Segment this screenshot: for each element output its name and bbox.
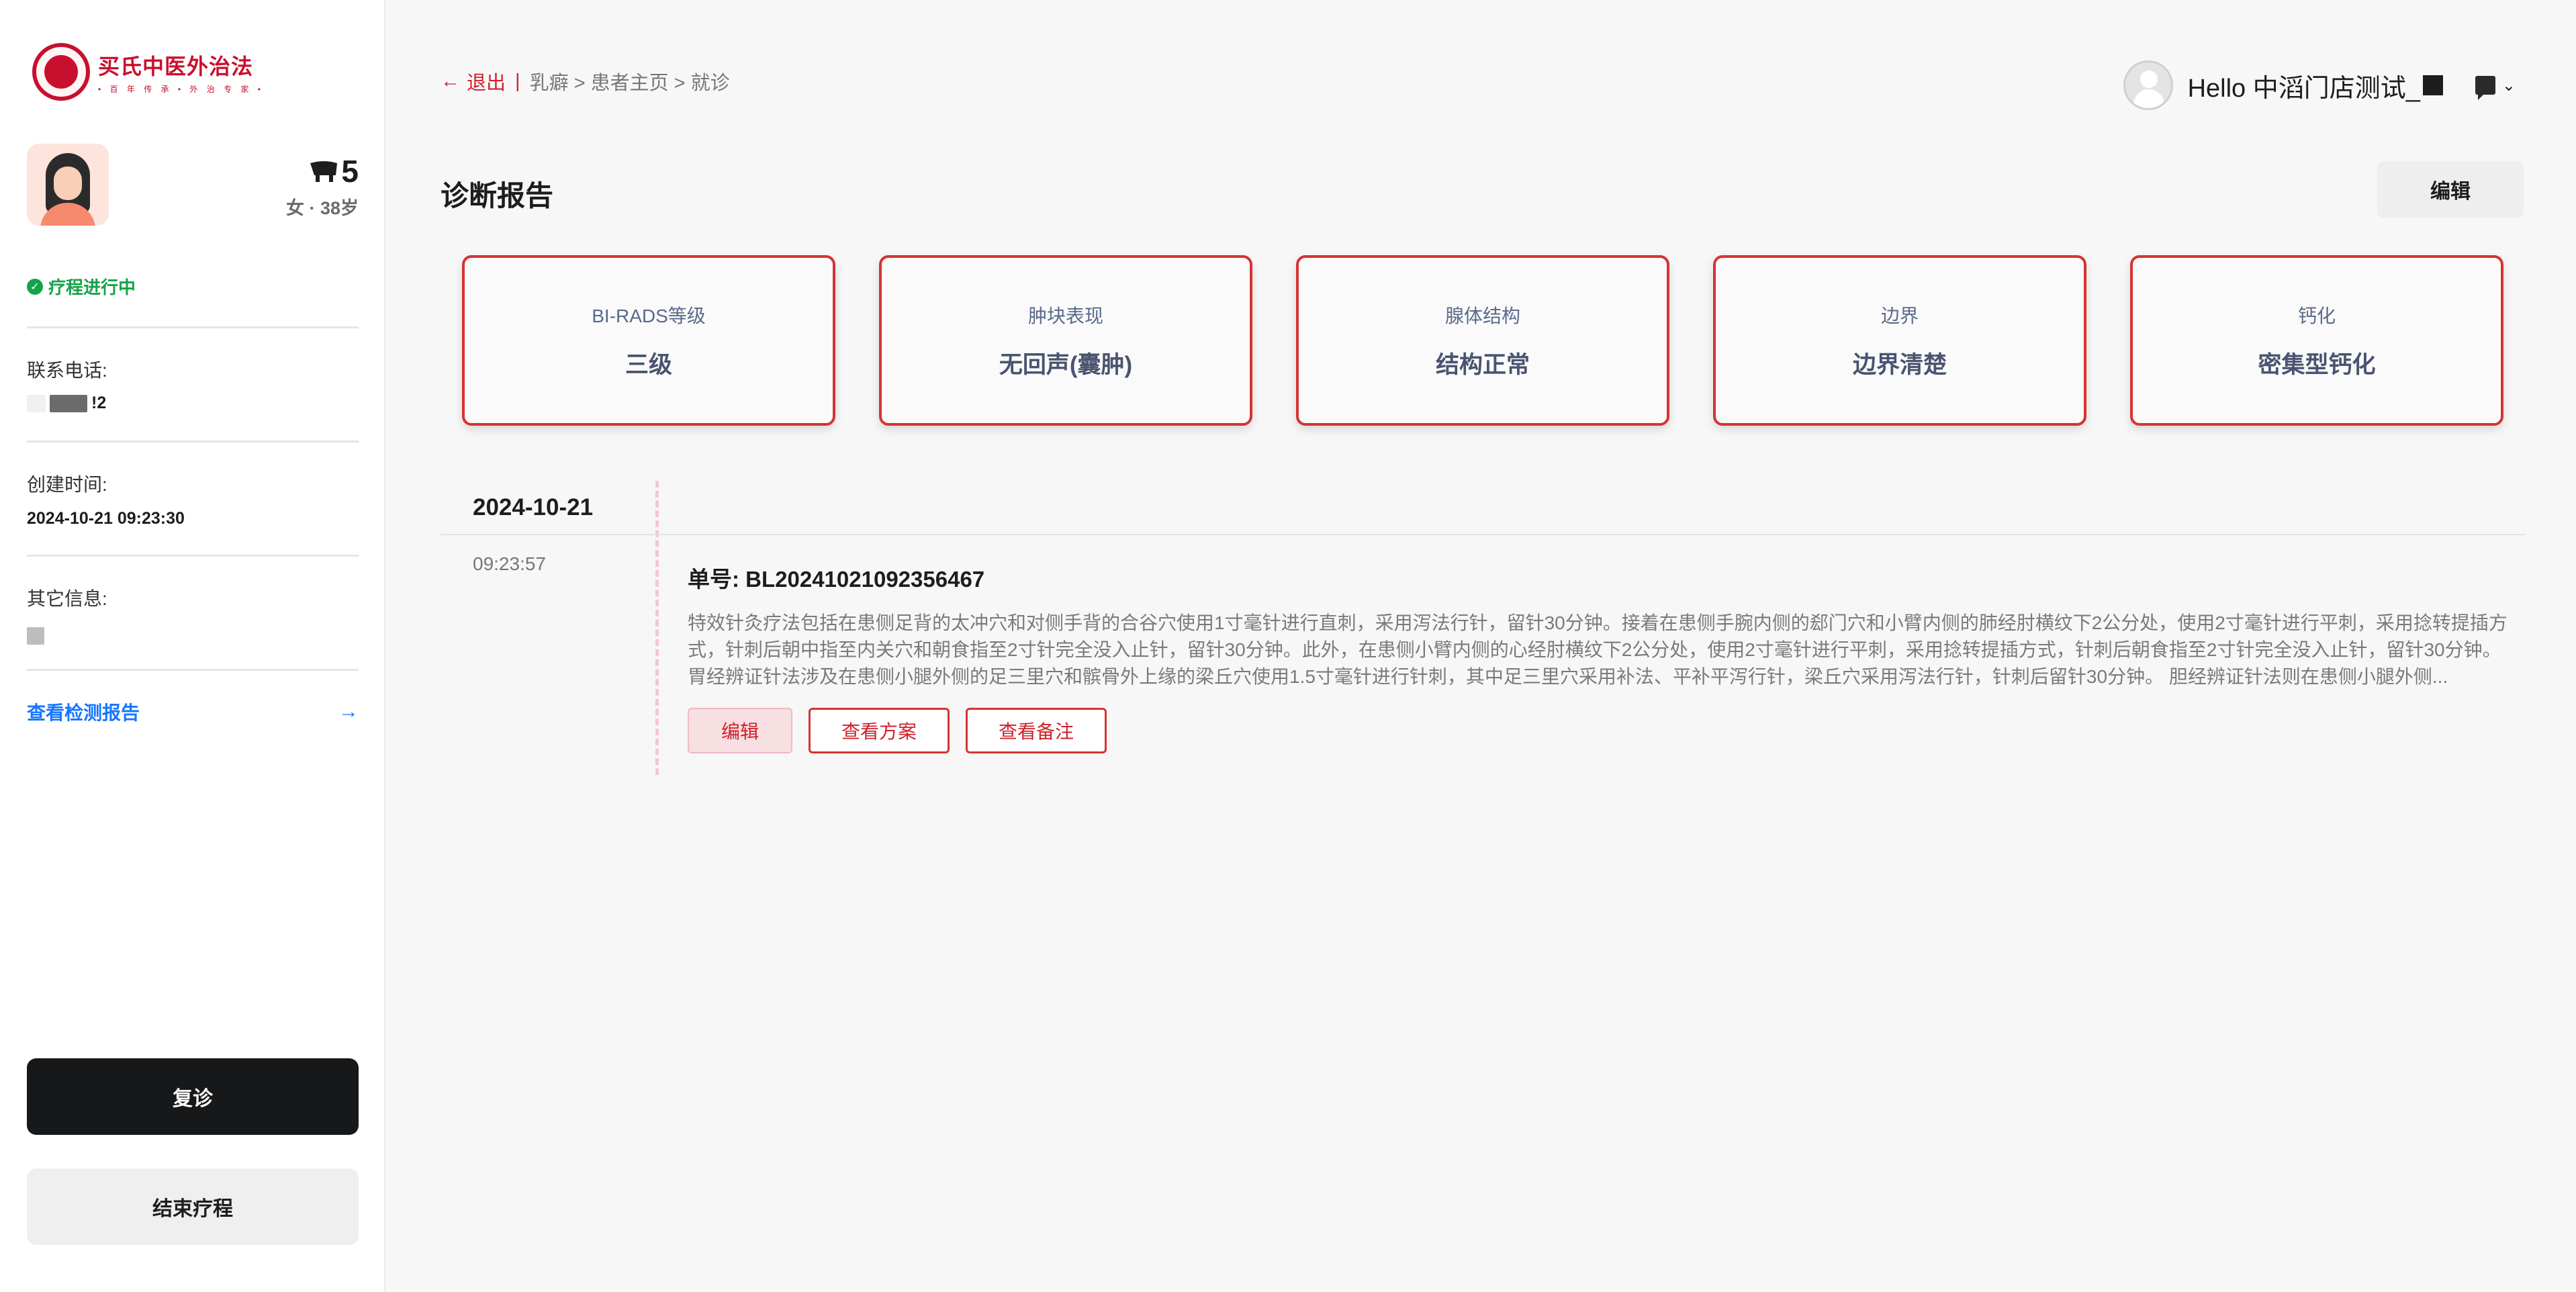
brand-seal-icon bbox=[32, 43, 90, 101]
card-value: 结构正常 bbox=[1435, 351, 1530, 378]
created-value: 2024-10-21 09:23:30 bbox=[27, 509, 185, 528]
view-note-button[interactable]: 查看备注 bbox=[966, 708, 1107, 753]
diagnosis-cards: BI-RADS等级 三级 肿块表现 无回声(囊肿) 腺体结构 结构正常 边界 边… bbox=[462, 255, 2503, 426]
diagnosis-card-mass: 肿块表现 无回声(囊肿) bbox=[879, 255, 1252, 426]
patient-name: 5 bbox=[286, 153, 359, 189]
divider bbox=[27, 441, 359, 443]
divider bbox=[27, 555, 359, 557]
record-number: 单号: BL20241021092356467 bbox=[688, 567, 985, 592]
arrow-right-icon: → bbox=[338, 700, 359, 723]
brand-name: 买氏中医外治法 bbox=[98, 53, 254, 79]
mask-block bbox=[27, 627, 44, 645]
phone-label: 联系电话: bbox=[27, 360, 107, 381]
brand-logo: 买氏中医外治法 • 百 年 传 承 • 外 治 专 家 • bbox=[32, 43, 264, 101]
breadcrumb-path: 乳癖 > 患者主页 > 就诊 bbox=[529, 73, 730, 94]
card-value: 密集型钙化 bbox=[2258, 351, 2376, 378]
check-circle-icon: ✓ bbox=[27, 278, 43, 295]
edit-record-button[interactable]: 编辑 bbox=[688, 708, 792, 753]
card-value: 边界清楚 bbox=[1852, 351, 1947, 378]
divider bbox=[27, 326, 359, 328]
arrow-left-icon: ← bbox=[441, 70, 460, 92]
diagnosis-card-birads: BI-RADS等级 三级 bbox=[462, 255, 835, 426]
chevron-down-icon: ⌄ bbox=[2501, 76, 2516, 95]
app: 买氏中医外治法 • 百 年 传 承 • 外 治 专 家 • 5 女 · 38岁 … bbox=[0, 0, 2576, 1292]
record-time: 09:23:57 bbox=[473, 553, 546, 574]
user-account: Hello 中滔门店测试_ ⌄ bbox=[2123, 60, 2516, 110]
user-greeting-text: Hello 中滔门店测试_ bbox=[2187, 74, 2420, 103]
chat-icon bbox=[2475, 76, 2495, 100]
report-title: 诊断报告 bbox=[441, 180, 554, 212]
name-mask-icon bbox=[310, 161, 338, 182]
timeline-divider bbox=[441, 534, 2525, 535]
patient-meta: 女 · 38岁 bbox=[285, 198, 359, 218]
card-value: 三级 bbox=[625, 351, 672, 378]
edit-report-button[interactable]: 编辑 bbox=[2377, 161, 2524, 218]
phone-value: !2 bbox=[27, 394, 106, 413]
patient-avatar bbox=[27, 144, 109, 226]
card-label: 钙化 bbox=[2297, 305, 2336, 326]
diagnosis-card-calcification: 钙化 密集型钙化 bbox=[2130, 255, 2503, 426]
card-label: BI-RADS等级 bbox=[592, 305, 706, 326]
diagnosis-card-gland: 腺体结构 结构正常 bbox=[1296, 255, 1669, 426]
treatment-status-badge: ✓ 疗程进行中 bbox=[27, 274, 136, 299]
view-plan-button[interactable]: 查看方案 bbox=[809, 708, 950, 753]
mask-block bbox=[50, 394, 87, 412]
record-description: 特效针灸疗法包括在患侧足背的太冲穴和对侧手背的合谷穴使用1寸毫针进行直刺，采用泻… bbox=[688, 612, 2508, 687]
patient-number: 5 bbox=[341, 154, 359, 189]
created-label: 创建时间: bbox=[27, 474, 107, 495]
end-treatment-button[interactable]: 结束疗程 bbox=[27, 1168, 359, 1245]
sidebar: 买氏中医外治法 • 百 年 传 承 • 外 治 专 家 • 5 女 · 38岁 … bbox=[0, 0, 385, 1292]
brand-tagline: • 百 年 传 承 • 外 治 专 家 • bbox=[98, 84, 264, 94]
mask-block bbox=[2422, 75, 2443, 95]
diagnosis-card-boundary: 边界 边界清楚 bbox=[1713, 255, 2086, 426]
card-label: 腺体结构 bbox=[1444, 305, 1520, 326]
card-label: 边界 bbox=[1880, 305, 1919, 326]
mask-block bbox=[27, 394, 46, 412]
main-content: ← 退出 | 乳癖 > 患者主页 > 就诊 Hello 中滔门店测试_ ⌄ 诊断… bbox=[385, 0, 2576, 1292]
user-menu-toggle[interactable]: ⌄ bbox=[2475, 76, 2516, 100]
timeline-date: 2024-10-21 bbox=[473, 494, 594, 520]
user-greeting: Hello 中滔门店测试_ bbox=[2188, 67, 2443, 104]
breadcrumb: ← 退出 | 乳癖 > 患者主页 > 就诊 bbox=[441, 67, 730, 95]
exit-link[interactable]: ← 退出 bbox=[441, 67, 506, 95]
patient-profile: 5 女 · 38岁 bbox=[27, 144, 359, 227]
exit-label: 退出 bbox=[467, 73, 506, 94]
revisit-button[interactable]: 复诊 bbox=[27, 1058, 359, 1135]
breadcrumb-separator: | bbox=[515, 70, 520, 92]
treatment-status-text: 疗程进行中 bbox=[48, 277, 136, 297]
card-value: 无回声(囊肿) bbox=[999, 351, 1133, 378]
divider bbox=[27, 669, 359, 671]
phone-suffix: !2 bbox=[91, 394, 107, 412]
view-test-report-link[interactable]: 查看检测报告 → bbox=[27, 698, 359, 725]
other-info-label: 其它信息: bbox=[27, 588, 107, 609]
user-avatar[interactable] bbox=[2123, 60, 2173, 110]
other-info-value bbox=[27, 627, 44, 649]
card-label: 肿块表现 bbox=[1027, 305, 1103, 326]
timeline-axis bbox=[655, 481, 659, 775]
record-actions: 编辑 查看方案 查看备注 bbox=[688, 708, 1107, 753]
view-test-report-label: 查看检测报告 bbox=[27, 702, 140, 723]
